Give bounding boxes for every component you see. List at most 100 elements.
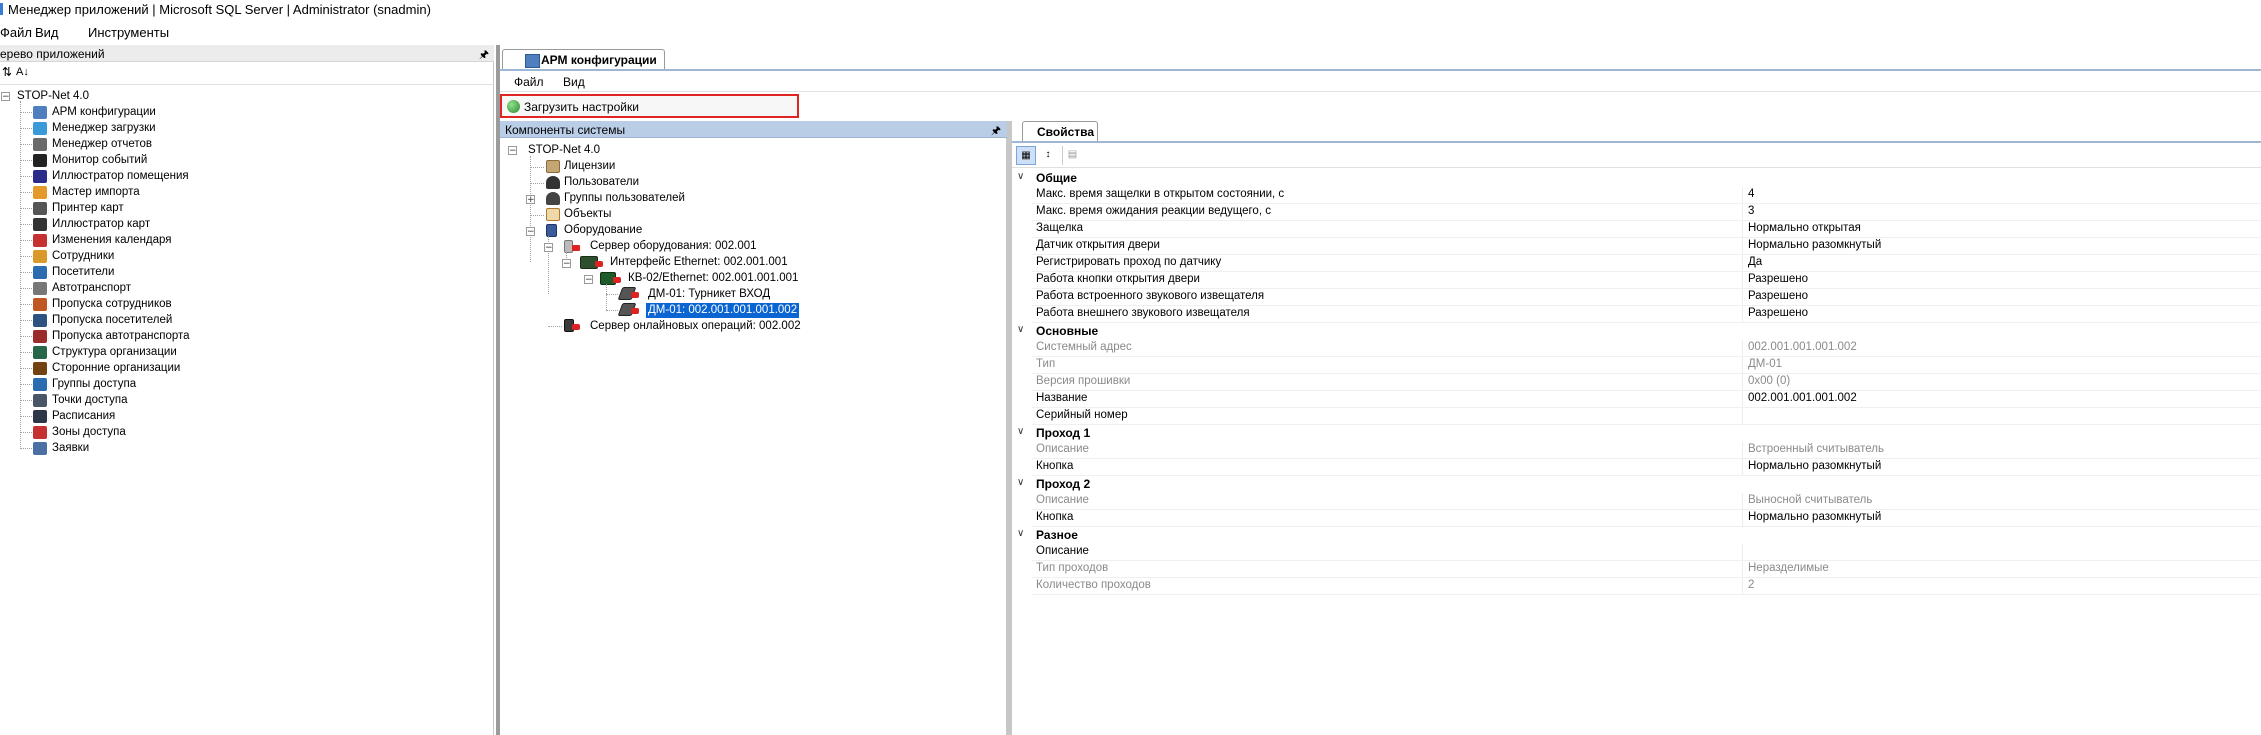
property-row[interactable]: Название 002.001.001.001.002 bbox=[1014, 391, 2261, 408]
chevron-down-icon[interactable]: ∨ bbox=[1017, 426, 1024, 437]
sort-alpha-icon[interactable]: ↕ bbox=[1038, 146, 1058, 165]
app-tree-item[interactable]: Заявки bbox=[52, 441, 89, 456]
collapse-icon[interactable]: − bbox=[562, 259, 571, 269]
property-value[interactable]: 3 bbox=[1748, 205, 1754, 217]
property-row[interactable]: Описание bbox=[1014, 544, 2261, 561]
app-tree-item[interactable]: Менеджер отчетов bbox=[52, 137, 152, 152]
property-column-separator[interactable] bbox=[1742, 187, 1743, 204]
app-tree-item[interactable]: Пропуска сотрудников bbox=[52, 297, 172, 312]
collapse-icon[interactable]: − bbox=[508, 146, 517, 156]
app-tree-item[interactable]: Расписания bbox=[52, 409, 115, 424]
app-tree-item[interactable]: Изменения календаря bbox=[52, 233, 172, 248]
property-column-separator[interactable] bbox=[1742, 289, 1743, 306]
chevron-down-icon[interactable]: ∨ bbox=[1017, 477, 1024, 488]
property-column-separator[interactable] bbox=[1742, 306, 1743, 323]
property-column-separator[interactable] bbox=[1742, 272, 1743, 289]
app-tree-item[interactable]: Менеджер загрузки bbox=[52, 121, 156, 136]
property-row[interactable]: Кнопка Нормально разомкнутый bbox=[1014, 459, 2261, 476]
comp-users[interactable]: Пользователи bbox=[564, 175, 639, 190]
property-column-separator[interactable] bbox=[1742, 493, 1743, 510]
property-column-separator[interactable] bbox=[1742, 221, 1743, 238]
load-settings-button[interactable]: Загрузить настройки bbox=[500, 94, 799, 118]
app-tree-item[interactable]: Монитор событий bbox=[52, 153, 147, 168]
app-tree-item[interactable]: Пропуска посетителей bbox=[52, 313, 172, 328]
property-row[interactable]: Работа встроенного звукового извещателя Р… bbox=[1014, 289, 2261, 306]
property-value[interactable]: Да bbox=[1748, 256, 1762, 268]
comp-licenses[interactable]: Лицензии bbox=[564, 159, 615, 174]
collapse-icon[interactable]: − bbox=[584, 275, 593, 285]
property-column-separator[interactable] bbox=[1742, 204, 1743, 221]
comp-user-groups[interactable]: Группы пользователей bbox=[564, 191, 685, 206]
comp-interface[interactable]: Интерфейс Ethernet: 002.001.001 bbox=[610, 255, 788, 270]
property-row[interactable]: Описание Выносной считыватель bbox=[1014, 493, 2261, 510]
tree-root-label[interactable]: STOP-Net 4.0 bbox=[17, 89, 89, 104]
property-column-separator[interactable] bbox=[1742, 544, 1743, 561]
doc-menu-file[interactable]: Файл bbox=[514, 75, 544, 89]
sort-icon[interactable]: ⇅ bbox=[2, 65, 12, 79]
app-tree-item[interactable]: Посетители bbox=[52, 265, 114, 280]
app-tree-item[interactable]: Сотрудники bbox=[52, 249, 114, 264]
property-row[interactable]: Макс. время ожидания реакции ведущего, с… bbox=[1014, 204, 2261, 221]
property-row[interactable]: Макс. время защелки в открытом состоянии… bbox=[1014, 187, 2261, 204]
tab-properties[interactable]: Свойства bbox=[1022, 121, 1098, 142]
tab-arm-configuration[interactable]: АРМ конфигурации bbox=[502, 49, 665, 70]
expand-icon[interactable]: + bbox=[526, 195, 535, 205]
property-value[interactable]: 4 bbox=[1748, 188, 1754, 200]
property-column-separator[interactable] bbox=[1742, 459, 1743, 476]
app-tree-item[interactable]: Группы доступа bbox=[52, 377, 136, 392]
property-row[interactable]: Системный адрес 002.001.001.001.002 bbox=[1014, 340, 2261, 357]
property-value[interactable]: Нормально разомкнутый bbox=[1748, 239, 1881, 251]
property-row[interactable]: Защелка Нормально открытая bbox=[1014, 221, 2261, 238]
property-pages-icon[interactable]: ▤ bbox=[1062, 146, 1082, 165]
property-column-separator[interactable] bbox=[1742, 510, 1743, 527]
property-value[interactable]: Нормально разомкнутый bbox=[1748, 511, 1881, 523]
pin-icon[interactable]: 🖈 bbox=[991, 122, 1001, 141]
property-value[interactable]: Разрешено bbox=[1748, 273, 1808, 285]
menu-tools[interactable]: Инструменты bbox=[88, 25, 169, 40]
app-tree-item[interactable]: АРМ конфигурации bbox=[52, 105, 156, 120]
property-row[interactable]: Версия прошивки 0x00 (0) bbox=[1014, 374, 2261, 391]
property-column-separator[interactable] bbox=[1742, 442, 1743, 459]
property-row[interactable]: Серийный номер bbox=[1014, 408, 2261, 425]
property-row[interactable]: Работа внешнего звукового извещателя Разр… bbox=[1014, 306, 2261, 323]
property-category[interactable]: ∨ Основные bbox=[1014, 323, 2261, 340]
property-row[interactable]: Количество проходов 2 bbox=[1014, 578, 2261, 595]
comp-dm01-entry[interactable]: ДМ-01: Турникет ВХОД bbox=[648, 287, 770, 302]
comp-server[interactable]: Сервер оборудования: 002.001 bbox=[590, 239, 757, 254]
app-tree-item[interactable]: Принтер карт bbox=[52, 201, 124, 216]
property-row[interactable]: Работа кнопки открытия двери Разрешено bbox=[1014, 272, 2261, 289]
property-column-separator[interactable] bbox=[1742, 238, 1743, 255]
collapse-icon[interactable]: − bbox=[526, 227, 535, 237]
property-category[interactable]: ∨ Общие bbox=[1014, 170, 2261, 187]
property-row[interactable]: Кнопка Нормально разомкнутый bbox=[1014, 510, 2261, 527]
property-category[interactable]: ∨ Проход 2 bbox=[1014, 476, 2261, 493]
property-column-separator[interactable] bbox=[1742, 391, 1743, 408]
comp-root[interactable]: STOP-Net 4.0 bbox=[528, 143, 600, 158]
property-row[interactable]: Тип ДМ-01 bbox=[1014, 357, 2261, 374]
app-tree-item[interactable]: Иллюстратор карт bbox=[52, 217, 150, 232]
app-tree-item[interactable]: Мастер импорта bbox=[52, 185, 140, 200]
property-value[interactable]: Разрешено bbox=[1748, 307, 1808, 319]
property-value[interactable]: 002.001.001.001.002 bbox=[1748, 392, 1857, 404]
app-tree-item[interactable]: Структура организации bbox=[52, 345, 177, 360]
app-tree-item[interactable]: Пропуска автотранспорта bbox=[52, 329, 190, 344]
property-row[interactable]: Тип проходов Неразделимые bbox=[1014, 561, 2261, 578]
property-row[interactable]: Датчик открытия двери Нормально разомкнут… bbox=[1014, 238, 2261, 255]
property-column-separator[interactable] bbox=[1742, 255, 1743, 272]
property-column-separator[interactable] bbox=[1742, 340, 1743, 357]
app-tree-item[interactable]: Зоны доступа bbox=[52, 425, 126, 440]
chevron-down-icon[interactable]: ∨ bbox=[1017, 528, 1024, 539]
property-category[interactable]: ∨ Разное bbox=[1014, 527, 2261, 544]
menu-view[interactable]: Вид bbox=[35, 25, 59, 40]
collapse-icon[interactable]: − bbox=[1, 92, 10, 102]
comp-dm01-selected[interactable]: ДМ-01: 002.001.001.001.002 bbox=[646, 303, 800, 318]
comp-online-server[interactable]: Сервер онлайновых операций: 002.002 bbox=[590, 319, 801, 334]
categorized-icon[interactable]: ▦ bbox=[1016, 146, 1036, 165]
chevron-down-icon[interactable]: ∨ bbox=[1017, 171, 1024, 182]
app-tree-item[interactable]: Автотранспорт bbox=[52, 281, 131, 296]
property-column-separator[interactable] bbox=[1742, 408, 1743, 425]
comp-objects[interactable]: Объекты bbox=[564, 207, 611, 222]
collapse-icon[interactable]: − bbox=[544, 243, 553, 253]
comp-equipment[interactable]: Оборудование bbox=[564, 223, 642, 238]
property-value[interactable]: Нормально открытая bbox=[1748, 222, 1861, 234]
